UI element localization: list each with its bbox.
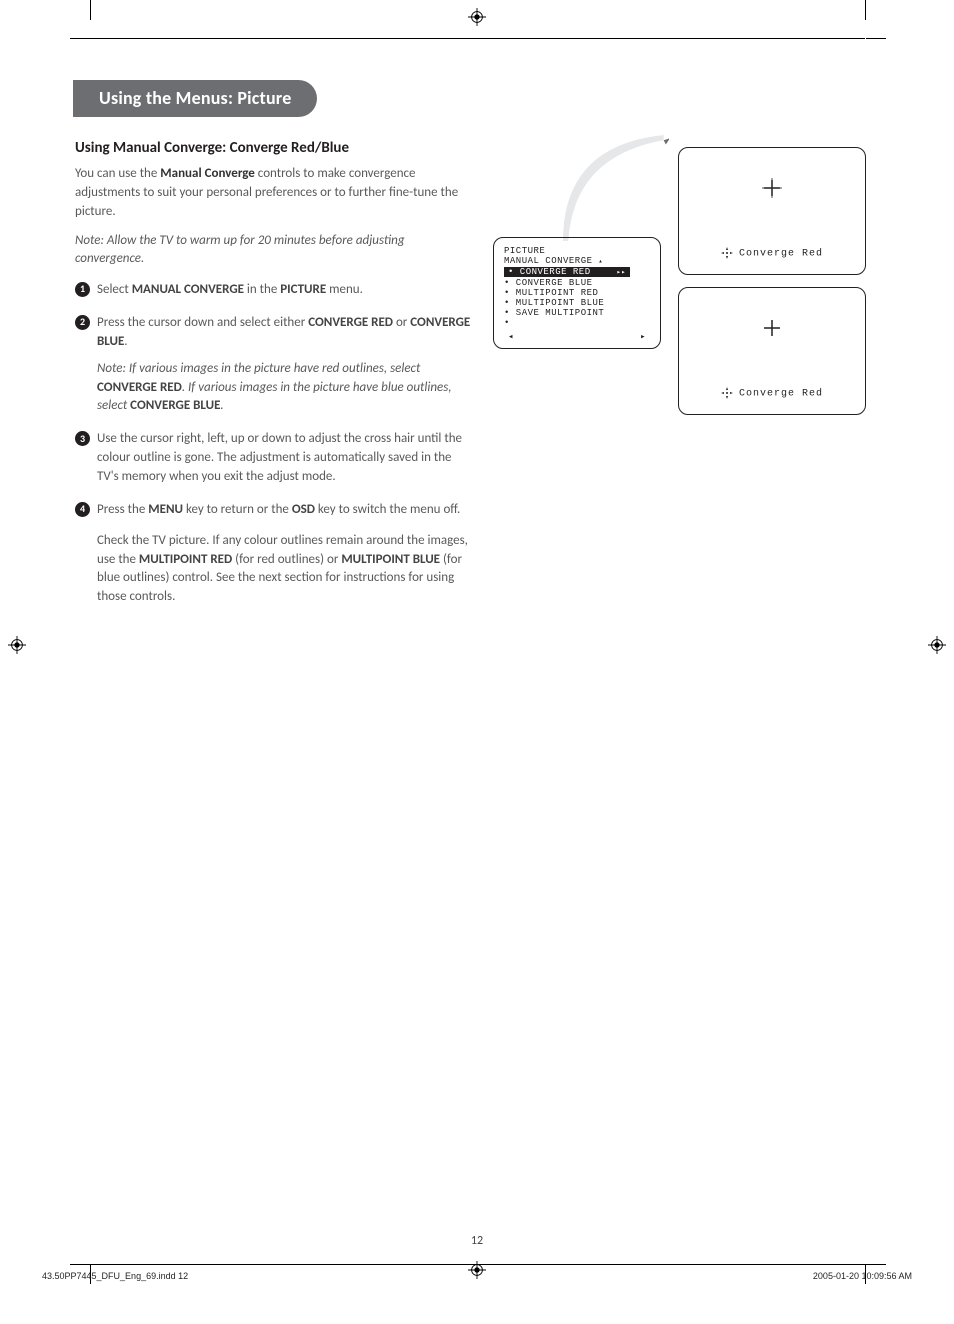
osd-item: • SAVE MULTIPOINT (504, 308, 650, 318)
tv-preview-before: Converge Red (678, 147, 866, 275)
step-number-icon: 4 (75, 502, 90, 517)
step-number-icon: 2 (75, 315, 90, 330)
subsection-title: Using Manual Converge: Converge Red/Blue (75, 139, 471, 157)
step-1: 1 Select MANUAL CONVERGE in the PICTURE … (75, 281, 471, 300)
registration-mark-icon (468, 8, 486, 26)
crop-mark (70, 38, 90, 39)
crop-mark (70, 1264, 90, 1265)
diagram-column: PICTURE MANUAL CONVERGE ▴ • CONVERGE RED… (493, 139, 868, 621)
osd-item: • MULTIPOINT RED (504, 288, 650, 298)
registration-mark-icon (8, 636, 26, 654)
dpad-icon (721, 387, 733, 399)
crosshair-icon (762, 178, 782, 198)
osd-menu: PICTURE MANUAL CONVERGE ▴ • CONVERGE RED… (493, 237, 661, 349)
crop-mark (90, 0, 91, 20)
content-columns: Using Manual Converge: Converge Red/Blue… (75, 139, 885, 621)
osd-nav-arrows: ◂▸ (508, 332, 646, 342)
tv-label: Converge Red (679, 387, 865, 400)
crop-mark (90, 38, 865, 39)
step-3: 3 Use the cursor right, left, up or down… (75, 430, 471, 487)
step-2: 2 Press the cursor down and select eithe… (75, 314, 471, 416)
page-number: 12 (0, 1234, 954, 1248)
warmup-note: Note: Allow the TV to warm up for 20 min… (75, 232, 471, 270)
osd-item: • CONVERGE BLUE (504, 278, 650, 288)
step-4: 4 Press the MENU key to return or the OS… (75, 501, 471, 607)
osd-item: • (504, 318, 650, 328)
diagram-area: PICTURE MANUAL CONVERGE ▴ • CONVERGE RED… (493, 143, 868, 403)
crop-mark (866, 1264, 886, 1265)
intro-paragraph: You can use the Manual Converge controls… (75, 165, 471, 222)
step-4-paragraph: Check the TV picture. If any colour outl… (97, 532, 471, 607)
print-footer: 43.50PP7445_DFU_Eng_69.indd 12 2005-01-2… (42, 1271, 912, 1281)
osd-submenu: MANUAL CONVERGE ▴ (504, 256, 650, 266)
dpad-icon (721, 247, 733, 259)
text-column: Using Manual Converge: Converge Red/Blue… (75, 139, 471, 621)
crosshair-icon (762, 318, 782, 338)
osd-item: • MULTIPOINT BLUE (504, 298, 650, 308)
page-content: Using the Menus: Picture Using Manual Co… (75, 80, 885, 621)
tv-label: Converge Red (679, 247, 865, 260)
steps-list: 1 Select MANUAL CONVERGE in the PICTURE … (75, 281, 471, 607)
footer-filename: 43.50PP7445_DFU_Eng_69.indd 12 (42, 1271, 188, 1281)
step-number-icon: 1 (75, 282, 90, 297)
tv-preview-after: Converge Red (678, 287, 866, 415)
osd-title: PICTURE (504, 246, 650, 256)
step-2-note: Note: If various images in the picture h… (97, 360, 471, 417)
crop-mark (865, 0, 866, 20)
section-heading: Using the Menus: Picture (73, 80, 317, 117)
step-number-icon: 3 (75, 431, 90, 446)
registration-mark-icon (928, 636, 946, 654)
footer-timestamp: 2005-01-20 10:09:56 AM (813, 1271, 912, 1281)
osd-selected-item: • CONVERGE RED (504, 267, 630, 277)
swoosh-icon (563, 135, 669, 241)
crop-mark (866, 38, 886, 39)
